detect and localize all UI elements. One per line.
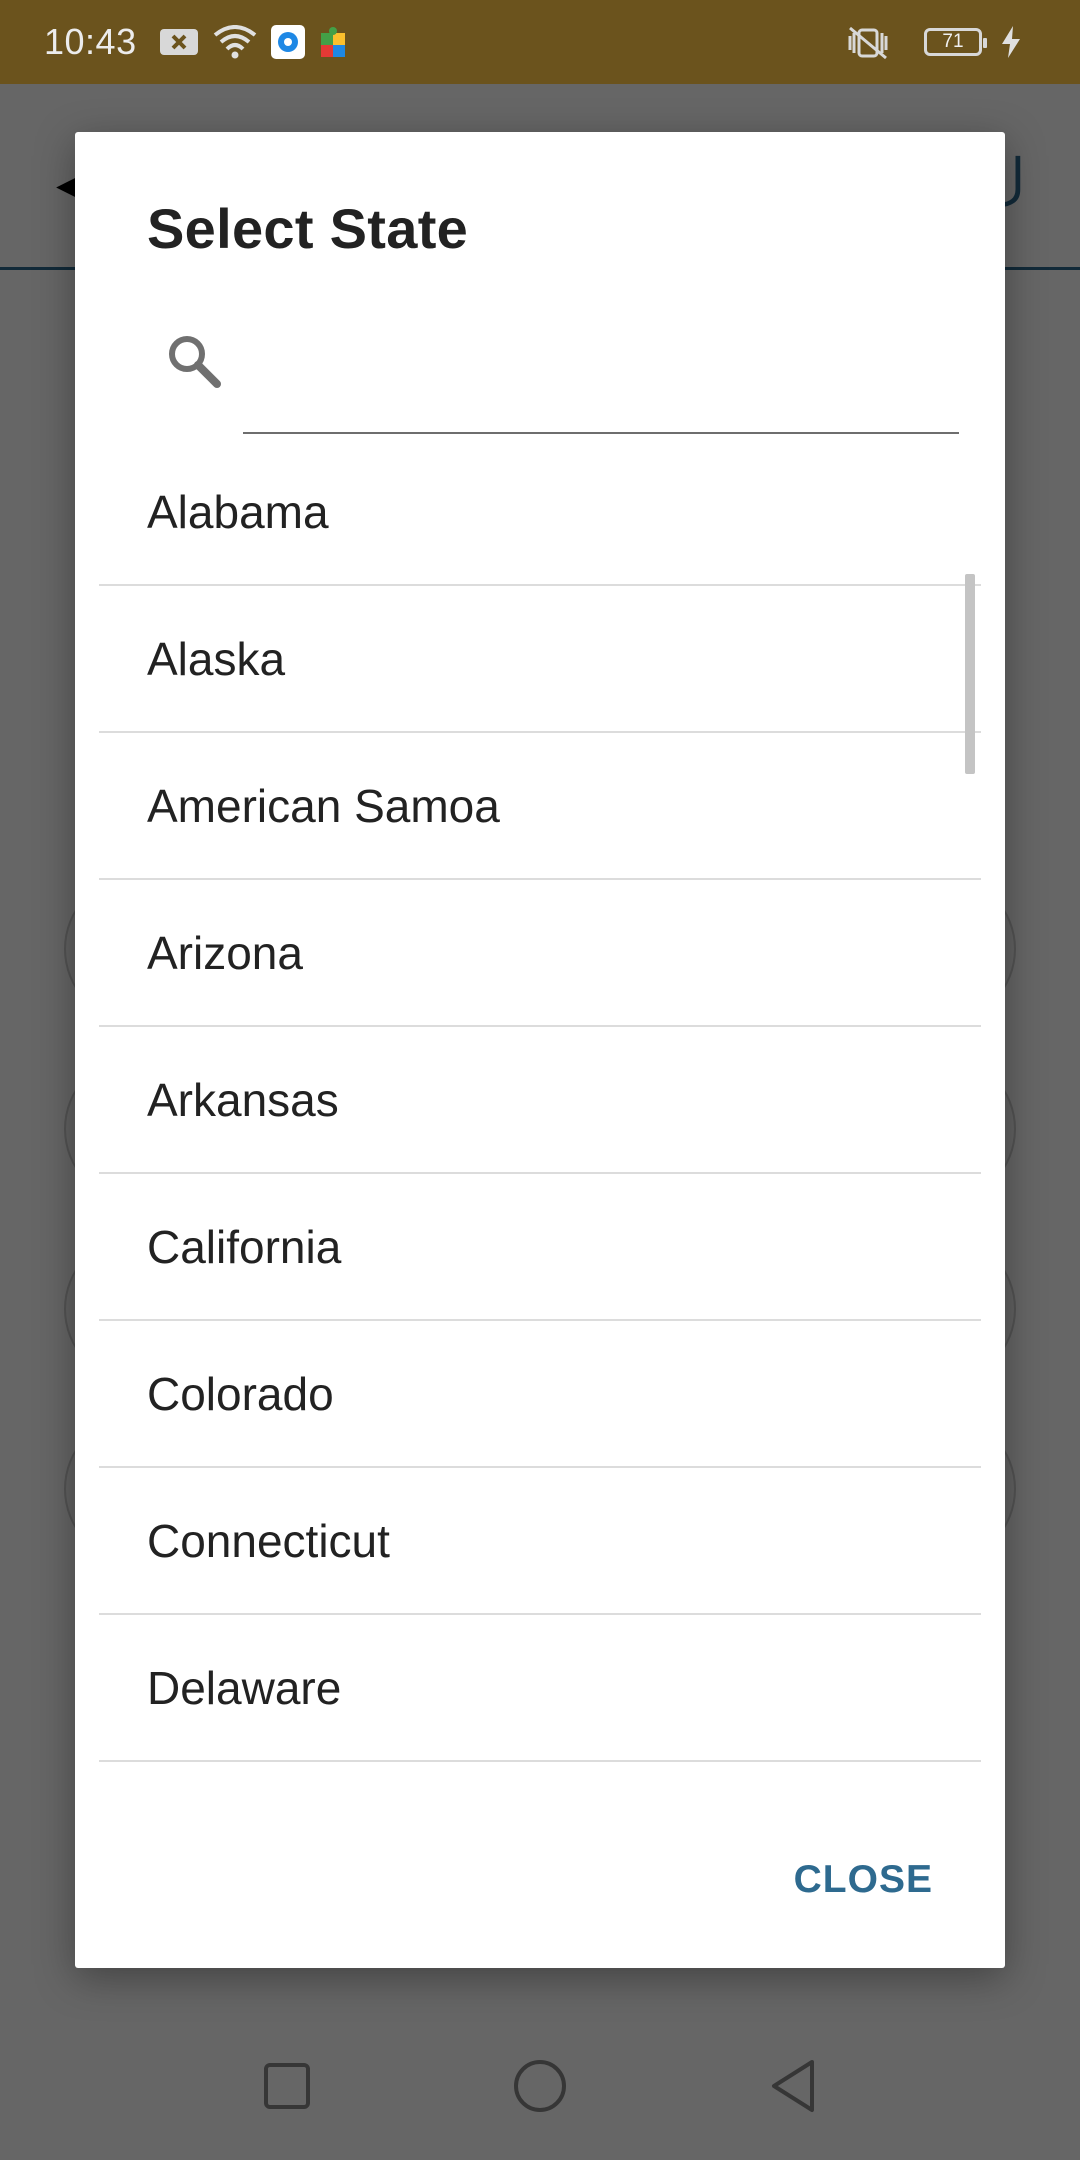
- charging-icon: [1000, 25, 1022, 59]
- state-label: California: [147, 1220, 342, 1273]
- list-item[interactable]: Delaware: [99, 1615, 981, 1762]
- status-bar: 10:43 71: [0, 0, 1080, 84]
- list-item[interactable]: Arizona: [99, 880, 981, 1027]
- list-item[interactable]: Colorado: [99, 1321, 981, 1468]
- list-item[interactable]: American Samoa: [99, 733, 981, 880]
- state-list[interactable]: Alabama Alaska American Samoa Arizona Arkans…: [99, 439, 981, 1889]
- scrollbar[interactable]: [965, 574, 975, 774]
- state-label: Alabama: [147, 485, 329, 538]
- state-label: Arkansas: [147, 1073, 339, 1126]
- search-input[interactable]: [243, 342, 959, 434]
- app-notification-icon: [270, 25, 305, 59]
- close-button[interactable]: CLOSE: [794, 1858, 933, 1902]
- battery-icon: 71: [924, 28, 987, 56]
- search-icon: [165, 332, 223, 395]
- battery-level: 71: [942, 31, 964, 52]
- vibrate-off-icon: [844, 24, 892, 60]
- status-time: 10:43: [44, 21, 137, 62]
- state-label: Delaware: [147, 1661, 342, 1714]
- list-item[interactable]: California: [99, 1174, 981, 1321]
- notification-x-icon: [159, 27, 199, 57]
- state-label: Arizona: [147, 926, 303, 979]
- state-label: Colorado: [147, 1367, 334, 1420]
- select-state-dialog: Select State Alabama Alaska American Samoa…: [75, 132, 1005, 1968]
- list-item[interactable]: Connecticut: [99, 1468, 981, 1615]
- puzzle-icon: [319, 25, 349, 59]
- list-item[interactable]: Arkansas: [99, 1027, 981, 1174]
- dialog-title: Select State: [147, 197, 469, 260]
- list-item[interactable]: Alabama: [99, 439, 981, 586]
- state-label: Connecticut: [147, 1514, 390, 1567]
- wifi-icon: [213, 25, 257, 59]
- state-label: Alaska: [147, 632, 286, 685]
- state-label: American Samoa: [147, 779, 500, 832]
- list-item[interactable]: Alaska: [99, 586, 981, 733]
